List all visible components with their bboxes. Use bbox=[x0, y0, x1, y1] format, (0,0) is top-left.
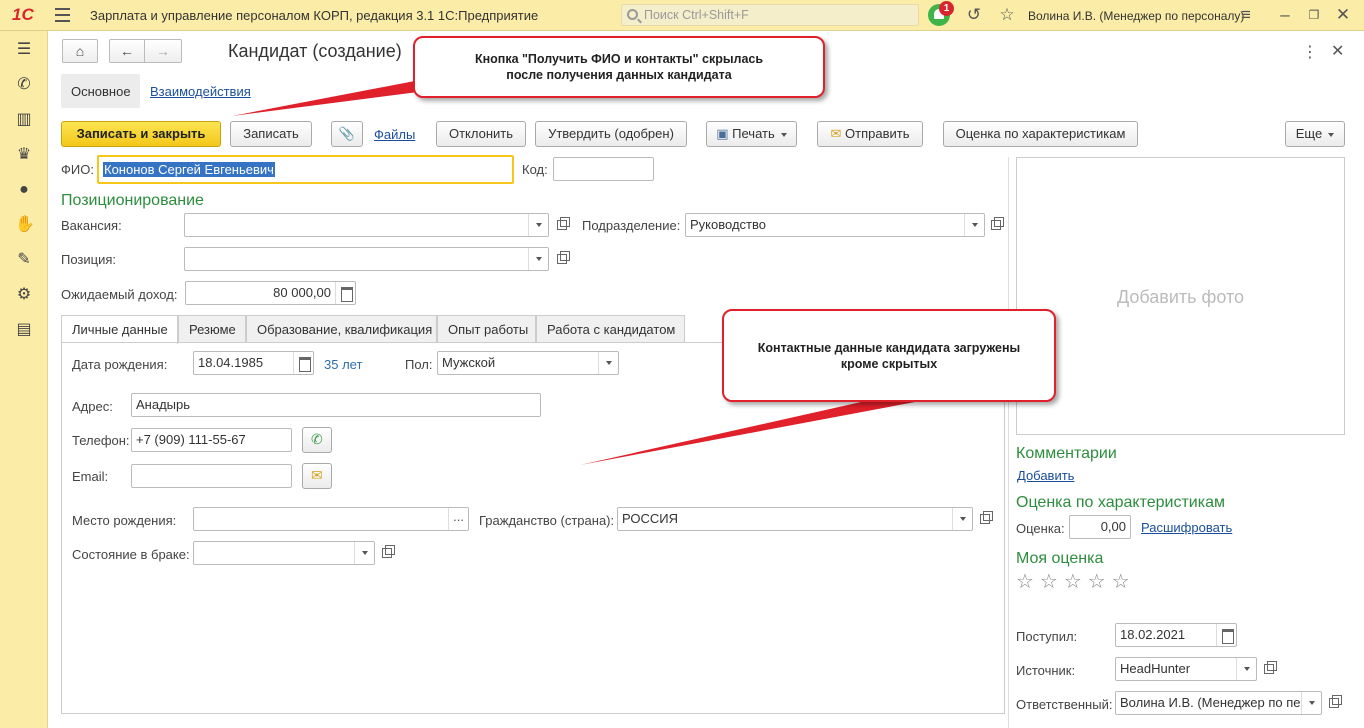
callout-middle: Контактные данные кандидата загружены кр… bbox=[722, 309, 1056, 402]
callout-top: Кнопка "Получить ФИО и контакты" скрылас… bbox=[413, 36, 825, 98]
top-arrow bbox=[232, 80, 420, 116]
middle-arrow bbox=[580, 400, 915, 465]
callout-top-text: Кнопка "Получить ФИО и контакты" скрылас… bbox=[474, 52, 764, 82]
callout-middle-text: Контактные данные кандидата загружены кр… bbox=[757, 340, 1021, 371]
annotation-arrows bbox=[232, 80, 915, 465]
